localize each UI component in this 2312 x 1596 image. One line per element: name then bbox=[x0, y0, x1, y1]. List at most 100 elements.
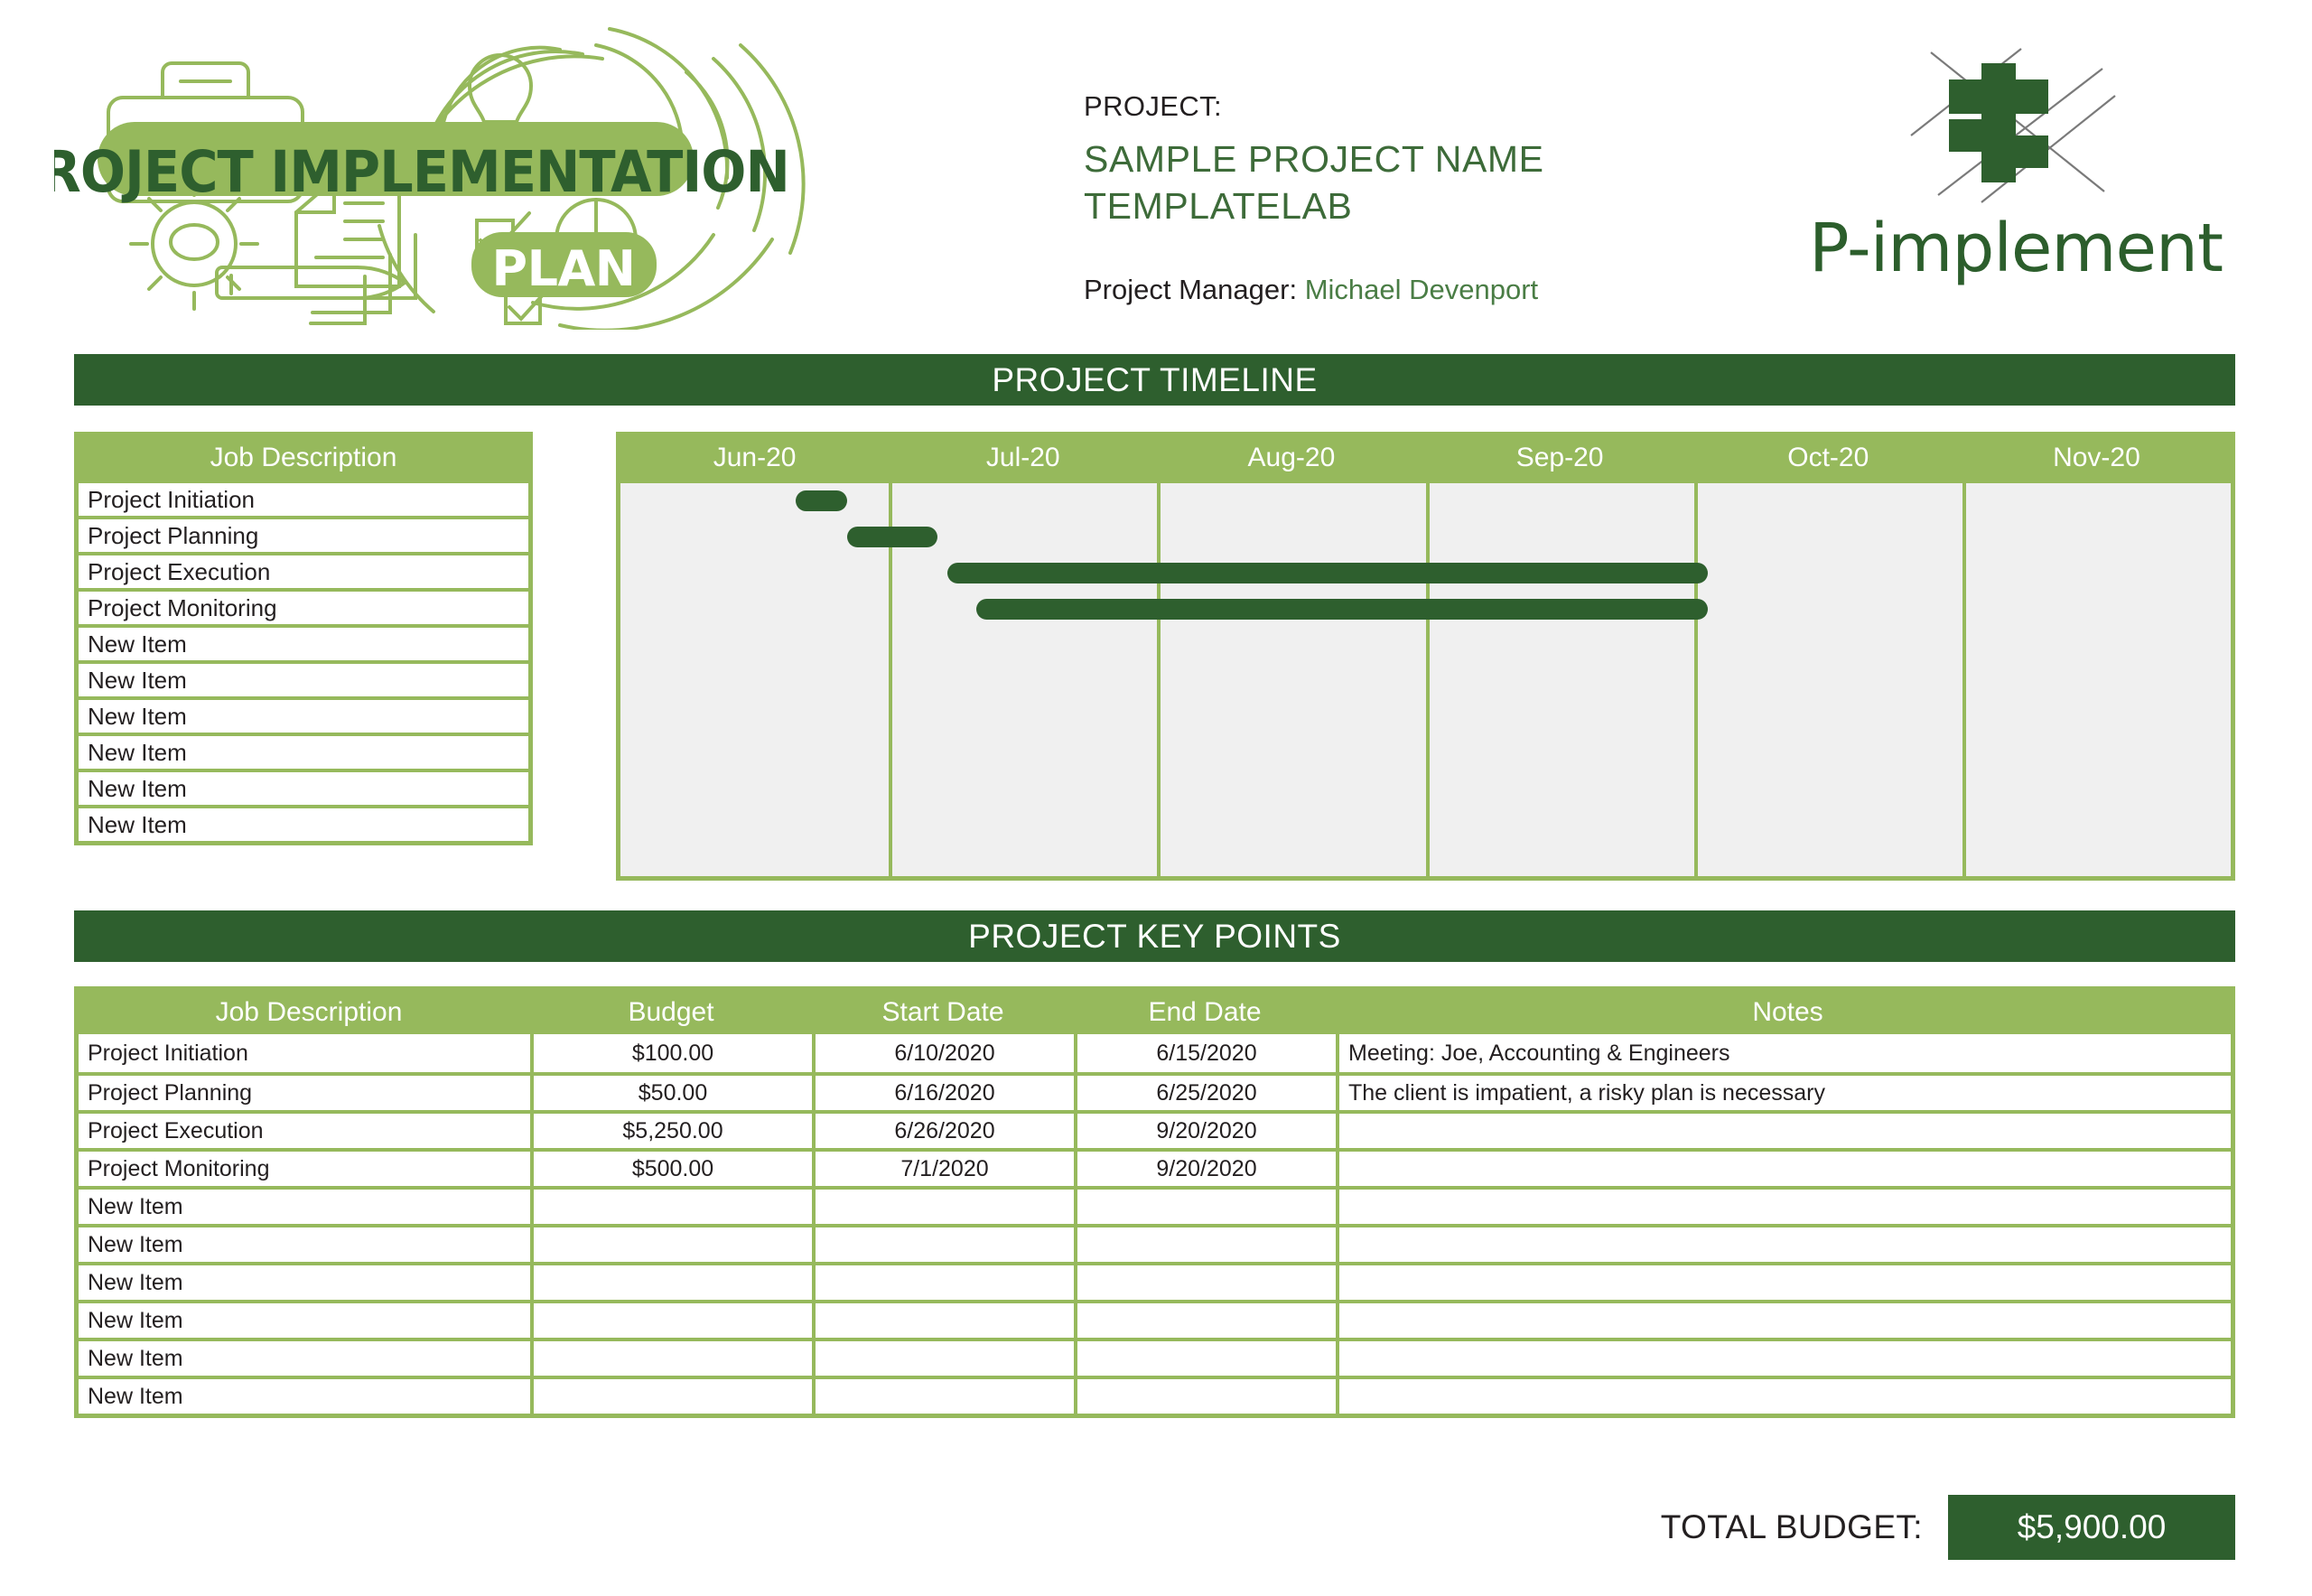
cell-notes[interactable] bbox=[1336, 1114, 2231, 1148]
cell-end-date[interactable] bbox=[1074, 1190, 1336, 1224]
cell-job-description[interactable]: New Item bbox=[79, 1341, 530, 1376]
timeline-row-label: New Item bbox=[88, 810, 187, 838]
cell-budget[interactable] bbox=[530, 1190, 812, 1224]
project-manager-name: Michael Devenport bbox=[1304, 273, 1539, 305]
cell-budget[interactable]: $50.00 bbox=[530, 1076, 812, 1110]
cell-start-date[interactable] bbox=[812, 1190, 1074, 1224]
project-key-points-table: Job Description Budget Start Date End Date N… bbox=[74, 986, 2235, 1418]
gantt-month-label: Oct-20 bbox=[1787, 443, 1869, 472]
cell-notes[interactable] bbox=[1336, 1341, 2231, 1376]
timeline-row-label: New Item bbox=[88, 666, 187, 694]
cell-job-description[interactable]: New Item bbox=[79, 1190, 530, 1224]
cell-start-date[interactable] bbox=[812, 1341, 1074, 1376]
project-name-line2: TEMPLATELAB bbox=[1084, 185, 1353, 228]
timeline-row-label: New Item bbox=[88, 702, 187, 730]
cell-budget[interactable] bbox=[530, 1341, 812, 1376]
table-header-row: Job Description Budget Start Date End Date N… bbox=[79, 991, 2231, 1034]
gantt-month-header: Jun-20 Jul-20 Aug-20 Sep-20 Oct-20 Nov-20 bbox=[620, 436, 2231, 480]
table-row: New Item bbox=[79, 1300, 2231, 1338]
project-timeline-section: Job Description Project Initiation Projec… bbox=[74, 432, 2235, 883]
gantt-month-label: Jul-20 bbox=[985, 443, 1060, 472]
cell-end-date[interactable]: 6/25/2020 bbox=[1074, 1076, 1336, 1110]
timeline-row: Project Execution bbox=[79, 552, 528, 588]
cell-notes[interactable] bbox=[1336, 1303, 2231, 1338]
cell-start-date[interactable] bbox=[812, 1265, 1074, 1300]
timeline-row: Project Planning bbox=[79, 516, 528, 552]
cell-budget[interactable] bbox=[530, 1227, 812, 1262]
project-meta-block: PROJECT: SAMPLE PROJECT NAME TEMPLATELAB… bbox=[1084, 90, 1770, 306]
timeline-row: New Item bbox=[79, 660, 528, 696]
cell-job-description[interactable]: New Item bbox=[79, 1379, 530, 1414]
cell-job-description[interactable]: Project Initiation bbox=[79, 1034, 530, 1072]
timeline-row: Project Initiation bbox=[79, 480, 528, 516]
cell-end-date[interactable]: 9/20/2020 bbox=[1074, 1152, 1336, 1186]
timeline-row-label: Project Execution bbox=[88, 557, 271, 585]
cell-start-date[interactable] bbox=[812, 1227, 1074, 1262]
total-budget-row: TOTAL BUDGET: $5,900.00 bbox=[1661, 1495, 2235, 1560]
timeline-row: New Item bbox=[79, 805, 528, 841]
table-column-header: Job Description bbox=[215, 997, 403, 1027]
table-row: New Item bbox=[79, 1262, 2231, 1300]
cell-budget[interactable]: $5,250.00 bbox=[530, 1114, 812, 1148]
cell-budget[interactable] bbox=[530, 1303, 812, 1338]
cell-budget[interactable] bbox=[530, 1265, 812, 1300]
cell-start-date[interactable]: 6/10/2020 bbox=[812, 1034, 1074, 1072]
timeline-row-label: New Item bbox=[88, 738, 187, 766]
table-row: New Item bbox=[79, 1338, 2231, 1376]
cell-end-date[interactable] bbox=[1074, 1379, 1336, 1414]
cell-end-date[interactable] bbox=[1074, 1341, 1336, 1376]
cell-notes[interactable]: Meeting: Joe, Accounting & Engineers bbox=[1336, 1034, 2231, 1072]
cell-end-date[interactable]: 9/20/2020 bbox=[1074, 1114, 1336, 1148]
cell-job-description[interactable]: Project Planning bbox=[79, 1076, 530, 1110]
gantt-plot-area bbox=[620, 480, 2231, 876]
timeline-row-label: Project Initiation bbox=[88, 485, 255, 513]
brand-wordmark: P-implement bbox=[1809, 210, 2223, 287]
gantt-gridline bbox=[1693, 483, 1698, 876]
gantt-chart: Jun-20 Jul-20 Aug-20 Sep-20 Oct-20 Nov-20 bbox=[616, 432, 2235, 881]
gantt-month-label: Aug-20 bbox=[1247, 443, 1336, 472]
cell-end-date[interactable] bbox=[1074, 1265, 1336, 1300]
timeline-row: New Item bbox=[79, 769, 528, 805]
table-row: Project Monitoring $500.00 7/1/2020 9/20/20… bbox=[79, 1148, 2231, 1186]
cell-start-date[interactable]: 7/1/2020 bbox=[812, 1152, 1074, 1186]
timeline-row-label: Project Monitoring bbox=[88, 593, 277, 621]
table-column-header: End Date bbox=[1148, 997, 1262, 1027]
timeline-row: New Item bbox=[79, 733, 528, 769]
cell-notes[interactable] bbox=[1336, 1190, 2231, 1224]
gantt-bar bbox=[796, 490, 848, 511]
cell-budget[interactable] bbox=[530, 1379, 812, 1414]
cell-job-description[interactable]: Project Monitoring bbox=[79, 1152, 530, 1186]
timeline-row-label: Project Planning bbox=[88, 521, 259, 549]
cell-notes[interactable] bbox=[1336, 1227, 2231, 1262]
cell-budget[interactable]: $100.00 bbox=[530, 1034, 812, 1072]
gantt-month-label: Jun-20 bbox=[713, 443, 797, 472]
table-row: New Item bbox=[79, 1376, 2231, 1414]
gantt-gridline bbox=[1157, 483, 1161, 876]
total-budget-label: TOTAL BUDGET: bbox=[1660, 1508, 1923, 1545]
cell-notes[interactable] bbox=[1336, 1265, 2231, 1300]
logo-title-line1: PROJECT IMPLEMENTATION bbox=[54, 139, 789, 206]
cell-budget[interactable]: $500.00 bbox=[530, 1152, 812, 1186]
cell-start-date[interactable] bbox=[812, 1303, 1074, 1338]
cell-notes[interactable] bbox=[1336, 1152, 2231, 1186]
gantt-bar bbox=[946, 563, 1708, 583]
cell-job-description[interactable]: New Item bbox=[79, 1227, 530, 1262]
project-manager-label: Project Manager: bbox=[1084, 273, 1298, 305]
cell-end-date[interactable] bbox=[1074, 1227, 1336, 1262]
cell-start-date[interactable]: 6/26/2020 bbox=[812, 1114, 1074, 1148]
timeline-row: New Item bbox=[79, 624, 528, 660]
cell-job-description[interactable]: New Item bbox=[79, 1265, 530, 1300]
project-implementation-plan-logo: PROJECT IMPLEMENTATION PLAN bbox=[54, 18, 1012, 330]
cell-end-date[interactable] bbox=[1074, 1303, 1336, 1338]
cell-start-date[interactable]: 6/16/2020 bbox=[812, 1076, 1074, 1110]
table-row: Project Planning $50.00 6/16/2020 6/25/2020… bbox=[79, 1072, 2231, 1110]
timeline-row-label: New Item bbox=[88, 774, 187, 802]
cell-start-date[interactable] bbox=[812, 1379, 1074, 1414]
page-header: PROJECT IMPLEMENTATION PLAN PROJECT: SAM… bbox=[0, 0, 2312, 343]
cell-job-description[interactable]: New Item bbox=[79, 1303, 530, 1338]
cell-notes[interactable] bbox=[1336, 1379, 2231, 1414]
cell-end-date[interactable]: 6/15/2020 bbox=[1074, 1034, 1336, 1072]
cell-job-description[interactable]: Project Execution bbox=[79, 1114, 530, 1148]
cell-notes[interactable]: The client is impatient, a risky plan is… bbox=[1336, 1076, 2231, 1110]
gantt-bar bbox=[976, 599, 1708, 620]
